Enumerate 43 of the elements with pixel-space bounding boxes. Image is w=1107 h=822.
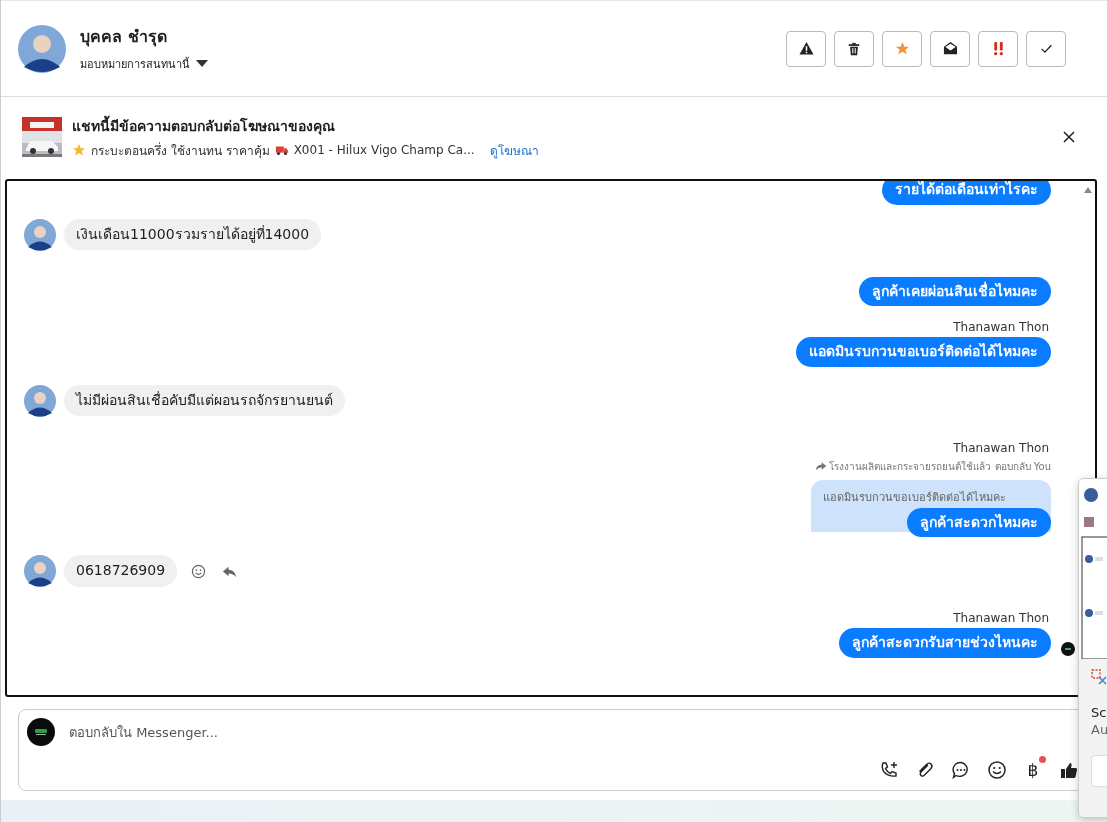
seen-avatar [1061, 641, 1075, 656]
sender-name: Thanawan Thon [953, 440, 1049, 455]
received-message: 0618726909 [64, 555, 178, 587]
sent-message: แอดมินรบกวนขอเบอร์ติดต่อได้ไหมคะ [796, 337, 1051, 367]
scissors-icon [1091, 669, 1107, 685]
avatar [24, 555, 56, 587]
popup-subtitle: Au [1091, 722, 1107, 737]
assign-dropdown[interactable]: มอบหมายการสนทนานี้ [80, 55, 208, 73]
sent-message: ลูกค้าเคยผ่อนสินเชื่อไหมคะ [859, 276, 1051, 306]
reply-context: โรงงานผลิตและกระจายรถยนต์ใช้แล้ว ตอบกลับ You [829, 459, 1051, 474]
avatar [24, 218, 56, 251]
priority-button[interactable] [978, 30, 1018, 67]
star-icon [894, 41, 910, 56]
contact-name: บุคคล ชำรุด [80, 26, 168, 49]
checkmark-icon [1039, 42, 1053, 55]
caret-icon [196, 60, 208, 68]
sent-message: ลูกค้าสะดวกไหมคะ [907, 507, 1051, 537]
sent-message: ลูกค้าสะดวกรับสายช่วงไหนคะ [839, 628, 1051, 658]
sent-message: รายได้ต่อเดือนเท่าไรคะ [882, 181, 1051, 205]
payment-button[interactable]: ฿ [1020, 758, 1046, 782]
avatar [24, 384, 56, 417]
trash-icon [847, 41, 861, 56]
scroll-up-icon[interactable] [1084, 187, 1092, 193]
sender-name: Thanawan Thon [953, 611, 1049, 625]
popup-title: Sc [1091, 705, 1107, 720]
notification-dot [1039, 756, 1046, 763]
warning-icon [798, 41, 814, 56]
ad-notice-title: แชทนี้มีข้อความตอบกลับต่อโฆษณาของคุณ [72, 114, 336, 137]
received-message: ไม่มีผ่อนสินเชื่อคับมีแต่ผอนรถจักรยานยนต์ [64, 384, 345, 417]
envelope-icon [942, 41, 958, 56]
ad-description: กระบะตอนครึ่ง ใช้งานทน ราคาคุ้ม [91, 141, 270, 160]
reply-icon [815, 460, 828, 472]
avatar [18, 24, 66, 73]
report-button[interactable] [786, 30, 826, 67]
envelope-button[interactable] [930, 30, 970, 67]
view-ad-link[interactable]: ดูโฆษณา [489, 140, 539, 160]
page-avatar [27, 718, 55, 746]
received-message: เงินเดือน11000รวมรายได้อยู่ที่14000 [64, 218, 322, 251]
star-icon [72, 143, 86, 157]
star-button[interactable] [882, 30, 922, 67]
delete-button[interactable] [834, 30, 874, 67]
ad-product: X001 - Hilux Vigo Champ Ca... [293, 143, 475, 157]
sender-name: Thanawan Thon [953, 320, 1049, 334]
